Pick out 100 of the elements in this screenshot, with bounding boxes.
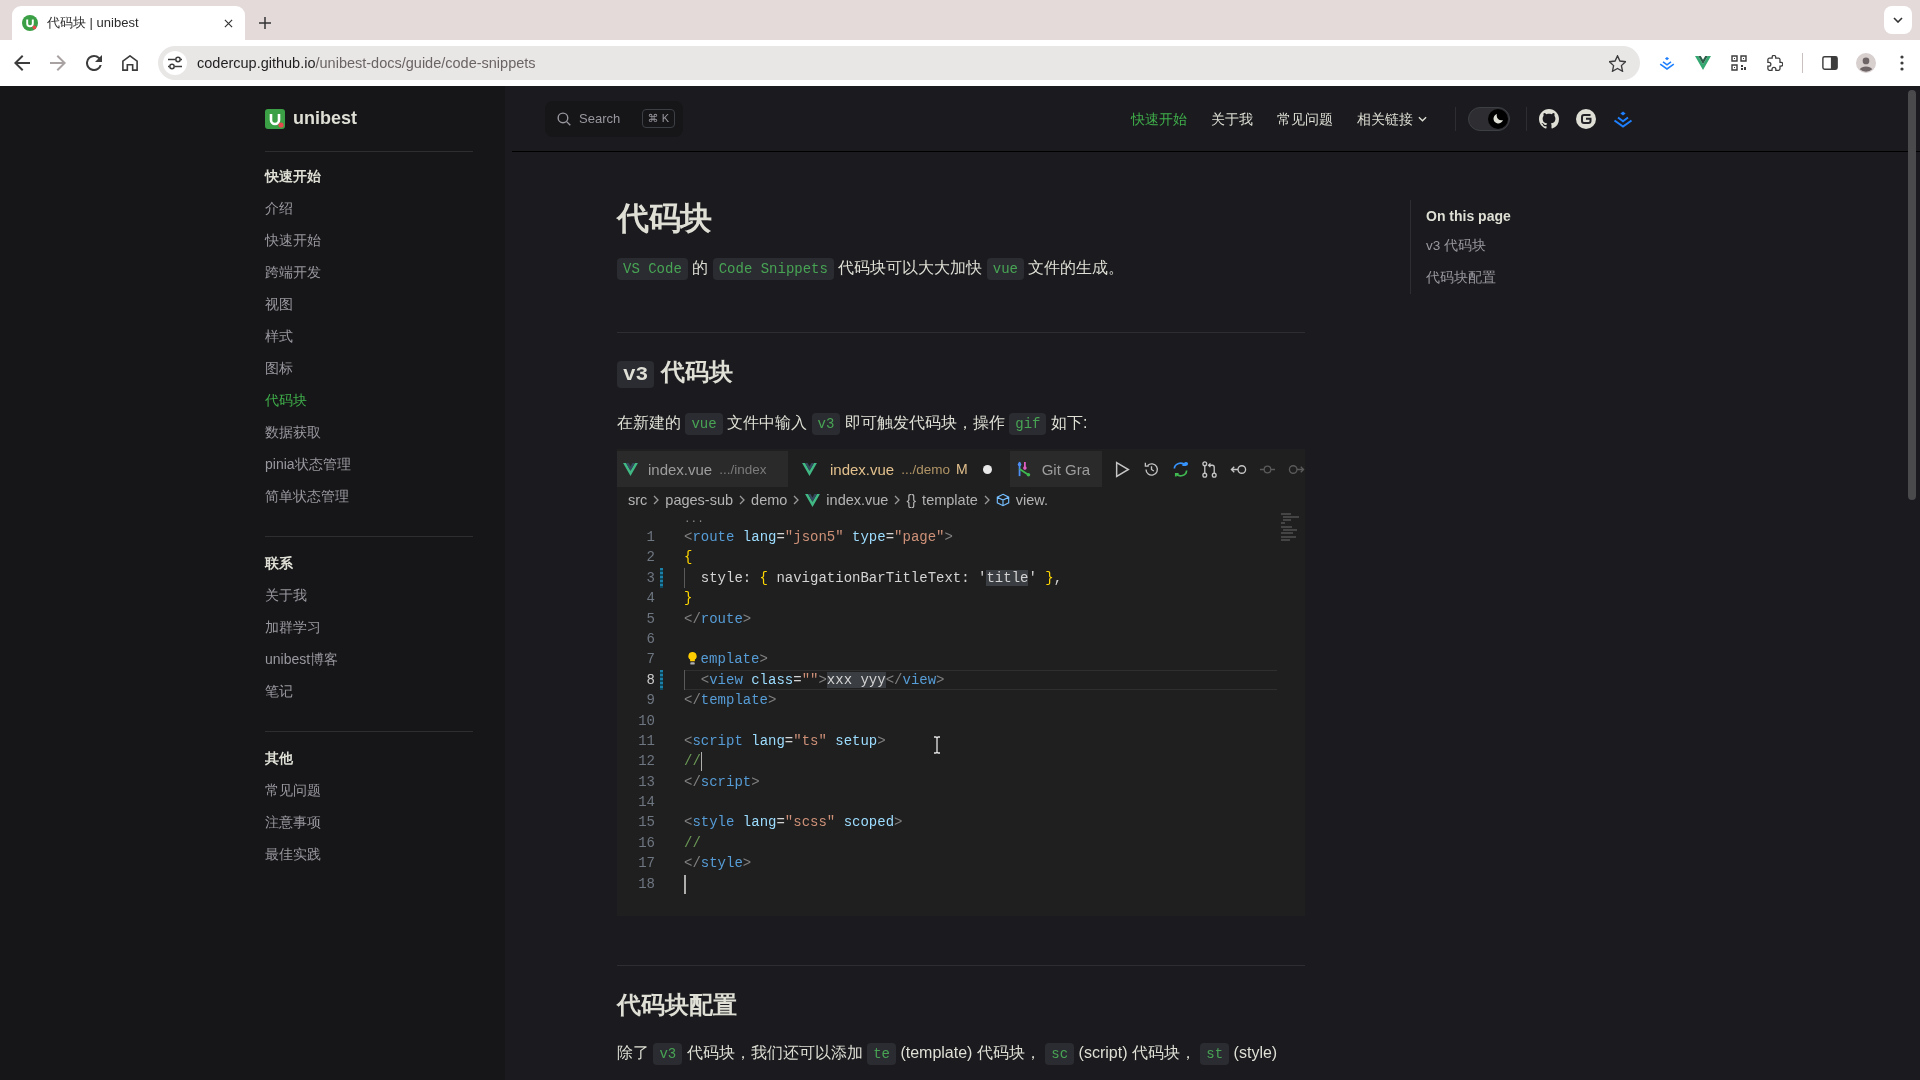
code-text: emplate> bbox=[700, 650, 768, 670]
code-text: </script> bbox=[684, 772, 760, 792]
section-paragraph: 除了 v3 代码块，我们还可以添加 te (template) 代码块， sc (script) 代码块， st (style) bbox=[617, 1039, 1305, 1068]
side-panel-icon[interactable] bbox=[1822, 55, 1838, 71]
code-text: <view class="">xxx yyy</view> bbox=[684, 669, 945, 691]
code-text: { bbox=[684, 548, 693, 568]
nav-link[interactable]: 常见问题 bbox=[1265, 104, 1345, 133]
scrollbar-thumb[interactable] bbox=[1908, 90, 1916, 500]
sidebar-item[interactable]: 数据获取 bbox=[265, 416, 321, 448]
chevron-right-icon bbox=[739, 495, 746, 505]
line-number: 17 bbox=[637, 854, 655, 874]
outline-title: On this page bbox=[1426, 207, 1511, 226]
sidebar-item[interactable]: 加群学习 bbox=[265, 611, 321, 643]
code-text: // bbox=[684, 833, 701, 853]
sidebar-item[interactable]: 快速开始 bbox=[265, 224, 321, 256]
line-number: 6 bbox=[645, 629, 655, 649]
avatar-icon[interactable] bbox=[1856, 53, 1876, 73]
history-icon[interactable] bbox=[1143, 460, 1160, 478]
sidebar-group-title: 快速开始 bbox=[265, 167, 321, 186]
line-number: 13 bbox=[637, 772, 655, 792]
github-icon[interactable] bbox=[1539, 108, 1559, 129]
breadcrumb-item[interactable]: pages-sub bbox=[665, 492, 734, 508]
logo-icon bbox=[22, 15, 38, 31]
sidebar-item[interactable]: 关于我 bbox=[265, 579, 307, 611]
nav-link[interactable]: 相关链接 bbox=[1345, 104, 1439, 133]
line-number: 18 bbox=[637, 874, 655, 894]
line-number: 2 bbox=[645, 548, 655, 568]
nav-link[interactable]: 快速开始 bbox=[1119, 104, 1199, 133]
outline-link[interactable]: v3 代码块 bbox=[1426, 230, 1486, 262]
editor-tab[interactable]: index.vue .../index bbox=[617, 451, 788, 487]
sidebar-item[interactable]: 注意事项 bbox=[265, 806, 321, 838]
chevron-right-icon bbox=[894, 495, 901, 505]
code-text: // bbox=[684, 752, 701, 772]
tab-search-button[interactable] bbox=[1884, 6, 1912, 34]
tune-icon[interactable] bbox=[163, 51, 187, 75]
lightbulb-icon[interactable] bbox=[686, 651, 698, 667]
sidebar-item[interactable]: 简单状态管理 bbox=[265, 480, 349, 512]
site-logo[interactable]: unibest bbox=[265, 108, 357, 129]
line-number: 14 bbox=[637, 793, 655, 813]
section-heading: 代码块配置 bbox=[617, 990, 738, 1020]
sidebar-item[interactable]: 跨端开发 bbox=[265, 256, 321, 288]
v-logo-icon[interactable] bbox=[1695, 55, 1711, 71]
sidebar-item[interactable]: pinia状态管理 bbox=[265, 448, 351, 480]
address-bar[interactable]: codercup.github.io/unibest-docs/guide/code-snippets bbox=[158, 46, 1640, 80]
folded-lines-marker[interactable]: ... bbox=[684, 513, 704, 527]
search-icon bbox=[557, 111, 571, 126]
sidebar-item[interactable]: 笔记 bbox=[265, 675, 293, 707]
modified-dot-icon[interactable] bbox=[982, 464, 992, 474]
sync-icon[interactable] bbox=[1172, 460, 1189, 478]
chevron-down-icon bbox=[1418, 115, 1427, 122]
sidebar-item[interactable]: 常见问题 bbox=[265, 774, 321, 806]
close-icon[interactable] bbox=[224, 18, 233, 28]
puzzle-icon[interactable] bbox=[1767, 55, 1783, 71]
theme-toggle[interactable] bbox=[1468, 106, 1510, 131]
line-number: 10 bbox=[637, 711, 655, 731]
breadcrumb-item[interactable]: {} template bbox=[906, 492, 978, 508]
layered-chevrons-icon[interactable] bbox=[1659, 55, 1675, 71]
editor-tab[interactable]: Git Gra bbox=[1009, 451, 1102, 487]
intro-paragraph: VS Code 的 Code Snippets 代码块可以大大加快 vue 文件的生成。 bbox=[617, 254, 1305, 283]
sidebar-item[interactable]: 图标 bbox=[265, 352, 293, 384]
back-arrow-icon[interactable] bbox=[14, 55, 30, 71]
browser-tab[interactable]: 代码块 | unibest bbox=[12, 6, 245, 40]
line-number: 16 bbox=[637, 833, 655, 853]
line-number: 7 bbox=[645, 650, 655, 670]
breadcrumb-item[interactable]: demo bbox=[751, 492, 788, 508]
line-number: 15 bbox=[637, 813, 655, 833]
text-caret bbox=[684, 874, 686, 894]
star-icon[interactable] bbox=[1609, 54, 1626, 72]
chevron-down-icon bbox=[1893, 17, 1903, 23]
code-text: style: { navigationBarTitleText: 'title' }, bbox=[684, 567, 1063, 589]
code-text: <route lang="json5" type="page"> bbox=[684, 528, 953, 547]
search-button[interactable]: Search ⌘ K bbox=[545, 100, 683, 137]
sidebar-item[interactable]: 视图 bbox=[265, 288, 293, 320]
moon-icon bbox=[1492, 113, 1504, 124]
cube-icon bbox=[995, 493, 1010, 507]
compare-icon[interactable] bbox=[1201, 460, 1218, 478]
breadcrumb-item[interactable]: view. bbox=[995, 492, 1048, 508]
code-text: </route> bbox=[684, 609, 752, 629]
breadcrumb-item[interactable]: src bbox=[628, 492, 648, 508]
code-text: <script lang="ts" setup> bbox=[684, 731, 886, 751]
sidebar-item[interactable]: 介绍 bbox=[265, 192, 293, 224]
sidebar-item[interactable]: 最佳实践 bbox=[265, 838, 321, 870]
home-icon[interactable] bbox=[122, 55, 138, 71]
line-number: 12 bbox=[637, 752, 655, 772]
chevron-right-icon bbox=[793, 495, 800, 505]
v-logo-icon bbox=[805, 493, 821, 507]
sidebar-item[interactable]: 代码块 bbox=[265, 384, 307, 416]
more-icon[interactable] bbox=[1900, 55, 1904, 71]
qr-code-icon[interactable] bbox=[1731, 55, 1747, 71]
nav-link[interactable]: 关于我 bbox=[1199, 104, 1265, 133]
plus-icon[interactable] bbox=[259, 17, 271, 29]
reload-icon[interactable] bbox=[86, 55, 102, 71]
play-icon[interactable] bbox=[1114, 460, 1131, 478]
outline-link[interactable]: 代码块配置 bbox=[1426, 262, 1496, 294]
sidebar-item[interactable]: 样式 bbox=[265, 320, 293, 352]
text-cursor-icon bbox=[933, 736, 941, 754]
text-caret bbox=[700, 752, 703, 772]
sidebar-item[interactable]: unibest博客 bbox=[265, 643, 339, 675]
breadcrumb-item[interactable]: index.vue bbox=[805, 492, 889, 508]
circle-logo-icon[interactable] bbox=[1576, 108, 1596, 129]
